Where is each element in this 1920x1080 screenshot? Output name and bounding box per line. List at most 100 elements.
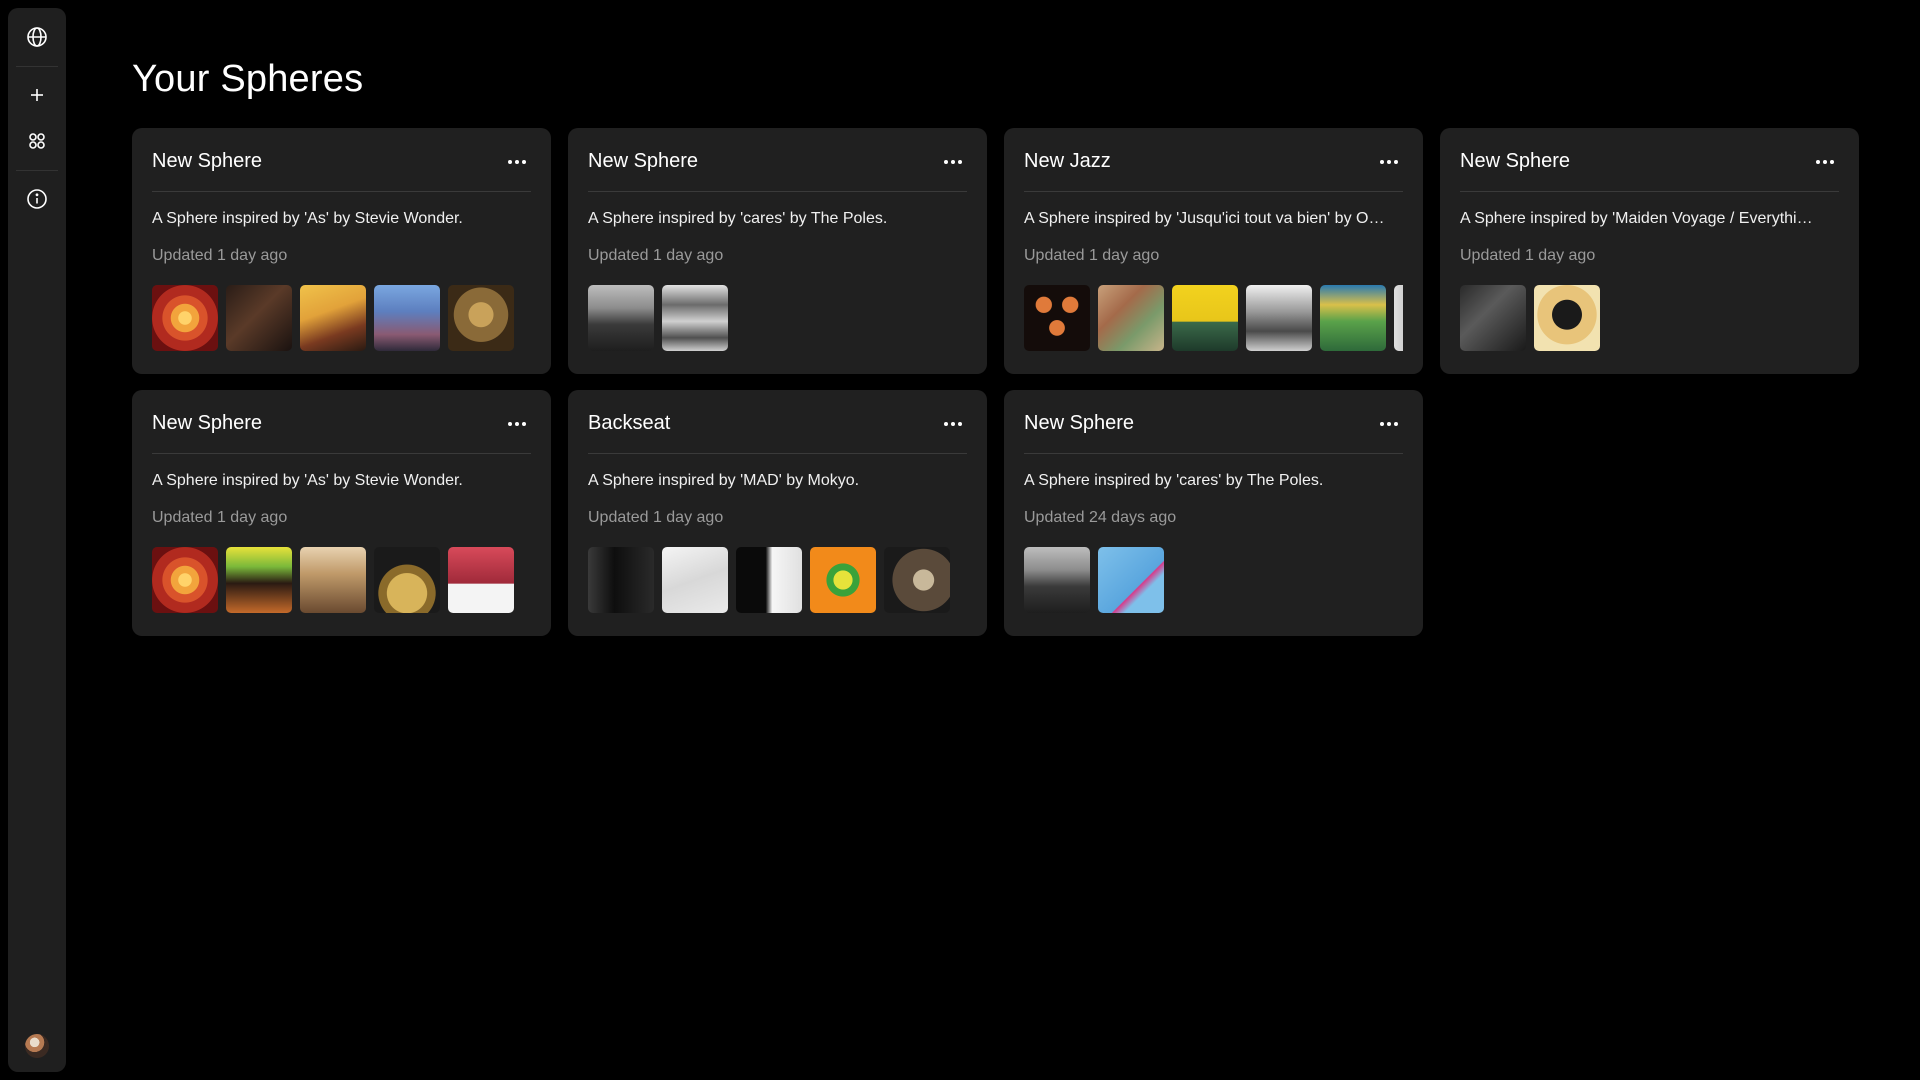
more-dot bbox=[1394, 159, 1398, 164]
album-cover-4[interactable] bbox=[374, 285, 440, 351]
album-cover-3[interactable] bbox=[300, 547, 366, 613]
sidebar-item-spheres[interactable] bbox=[17, 121, 57, 161]
card-title: New Sphere bbox=[1024, 412, 1135, 434]
album-cover-4[interactable] bbox=[810, 547, 876, 613]
more-dot bbox=[515, 159, 519, 164]
album-cover-1[interactable] bbox=[1024, 547, 1090, 613]
card-updated-timestamp: Updated 1 day ago bbox=[152, 247, 288, 264]
sphere-card[interactable]: New Sphere A Sphere inspired by 'Maiden V… bbox=[1440, 128, 1859, 374]
sidebar-item-add[interactable] bbox=[17, 75, 57, 115]
more-dot bbox=[1394, 421, 1398, 426]
more-dot bbox=[1816, 159, 1820, 164]
card-title: New Sphere bbox=[152, 412, 263, 434]
card-title: New Sphere bbox=[1460, 150, 1571, 172]
sphere-card[interactable]: New Sphere A Sphere inspired by 'cares' b… bbox=[1004, 390, 1423, 636]
more-options-icon[interactable] bbox=[503, 410, 531, 438]
sphere-card[interactable]: New Sphere A Sphere inspired by 'As' by S… bbox=[132, 128, 551, 374]
album-cover-2[interactable] bbox=[226, 285, 292, 351]
avatar[interactable] bbox=[25, 1034, 49, 1058]
sidebar-divider bbox=[16, 170, 58, 171]
sphere-card[interactable]: New Sphere A Sphere inspired by 'As' by S… bbox=[132, 390, 551, 636]
album-cover-1[interactable] bbox=[1024, 285, 1090, 351]
card-description: A Sphere inspired by 'As' by Stevie Wond… bbox=[152, 210, 463, 227]
info-icon bbox=[27, 189, 47, 209]
album-cover-5[interactable] bbox=[448, 547, 514, 613]
sphere-card[interactable]: New Jazz A Sphere inspired by 'Jusqu'ici … bbox=[1004, 128, 1423, 374]
album-cover-1[interactable] bbox=[588, 285, 654, 351]
more-dot bbox=[522, 159, 526, 164]
card-updated-timestamp: Updated 24 days ago bbox=[1024, 509, 1177, 526]
sidebar-item-info[interactable] bbox=[17, 179, 57, 219]
globe-icon bbox=[27, 27, 47, 47]
album-cover-4[interactable] bbox=[1246, 285, 1312, 351]
more-dot bbox=[1380, 421, 1384, 426]
more-dot bbox=[515, 421, 519, 426]
album-cover-1[interactable] bbox=[588, 547, 654, 613]
album-cover-5[interactable] bbox=[884, 547, 950, 613]
card-description: A Sphere inspired by 'cares' by The Pole… bbox=[588, 210, 888, 227]
more-options-icon[interactable] bbox=[939, 410, 967, 438]
more-dot bbox=[944, 159, 948, 164]
more-dot bbox=[951, 421, 955, 426]
album-cover-6[interactable] bbox=[1394, 285, 1403, 351]
album-cover-4[interactable] bbox=[374, 547, 440, 613]
album-cover-2[interactable] bbox=[226, 547, 292, 613]
plus-icon bbox=[31, 89, 43, 101]
more-options-icon[interactable] bbox=[503, 148, 531, 176]
card-header: New Sphere bbox=[152, 390, 531, 454]
card-header: New Sphere bbox=[152, 128, 531, 192]
sidebar-item-globe[interactable] bbox=[17, 17, 57, 57]
album-cover-3[interactable] bbox=[300, 285, 366, 351]
more-options-icon[interactable] bbox=[1375, 410, 1403, 438]
card-header: New Sphere bbox=[1024, 390, 1403, 454]
album-cover-2[interactable] bbox=[1098, 547, 1164, 613]
more-dot bbox=[958, 421, 962, 426]
album-cover-2[interactable] bbox=[662, 547, 728, 613]
card-updated-timestamp: Updated 1 day ago bbox=[588, 509, 724, 526]
more-dot bbox=[508, 421, 512, 426]
album-cover-3[interactable] bbox=[736, 547, 802, 613]
card-description: A Sphere inspired by 'cares' by The Pole… bbox=[1024, 472, 1324, 489]
card-header: New Sphere bbox=[588, 128, 967, 192]
album-cover-1[interactable] bbox=[152, 547, 218, 613]
album-cover-row bbox=[1024, 547, 1403, 613]
album-cover-5[interactable] bbox=[448, 285, 514, 351]
card-header: New Sphere bbox=[1460, 128, 1839, 192]
more-dot bbox=[1830, 159, 1834, 164]
more-options-icon[interactable] bbox=[1375, 148, 1403, 176]
card-description: A Sphere inspired by 'As' by Stevie Wond… bbox=[152, 472, 463, 489]
page-title: Your Spheres bbox=[132, 58, 364, 100]
more-dot bbox=[958, 159, 962, 164]
card-title: New Jazz bbox=[1024, 150, 1111, 172]
album-cover-row bbox=[588, 547, 967, 613]
sphere-card[interactable]: New Sphere A Sphere inspired by 'cares' b… bbox=[568, 128, 987, 374]
more-dot bbox=[508, 159, 512, 164]
card-updated-timestamp: Updated 1 day ago bbox=[1024, 247, 1160, 264]
album-cover-3[interactable] bbox=[1172, 285, 1238, 351]
album-cover-2[interactable] bbox=[1534, 285, 1600, 351]
card-header: New Jazz bbox=[1024, 128, 1403, 192]
grid-icon bbox=[29, 133, 45, 149]
more-dot bbox=[1387, 159, 1391, 164]
album-cover-5[interactable] bbox=[1320, 285, 1386, 351]
album-cover-row bbox=[588, 285, 967, 351]
more-options-icon[interactable] bbox=[1811, 148, 1839, 176]
more-dot bbox=[1387, 421, 1391, 426]
more-dot bbox=[951, 159, 955, 164]
card-description: A Sphere inspired by 'Maiden Voyage / Ev… bbox=[1460, 210, 1813, 227]
card-title: New Sphere bbox=[588, 150, 699, 172]
album-cover-row bbox=[152, 547, 531, 613]
card-description: A Sphere inspired by 'MAD' by Mokyo. bbox=[588, 472, 860, 489]
more-options-icon[interactable] bbox=[939, 148, 967, 176]
album-cover-row bbox=[1024, 285, 1403, 351]
album-cover-1[interactable] bbox=[1460, 285, 1526, 351]
album-cover-row bbox=[1460, 285, 1839, 351]
more-dot bbox=[1380, 159, 1384, 164]
album-cover-row bbox=[152, 285, 531, 351]
album-cover-2[interactable] bbox=[662, 285, 728, 351]
album-cover-2[interactable] bbox=[1098, 285, 1164, 351]
card-updated-timestamp: Updated 1 day ago bbox=[152, 509, 288, 526]
sphere-card[interactable]: Backseat A Sphere inspired by 'MAD' by Mo… bbox=[568, 390, 987, 636]
card-title: New Sphere bbox=[152, 150, 263, 172]
album-cover-1[interactable] bbox=[152, 285, 218, 351]
